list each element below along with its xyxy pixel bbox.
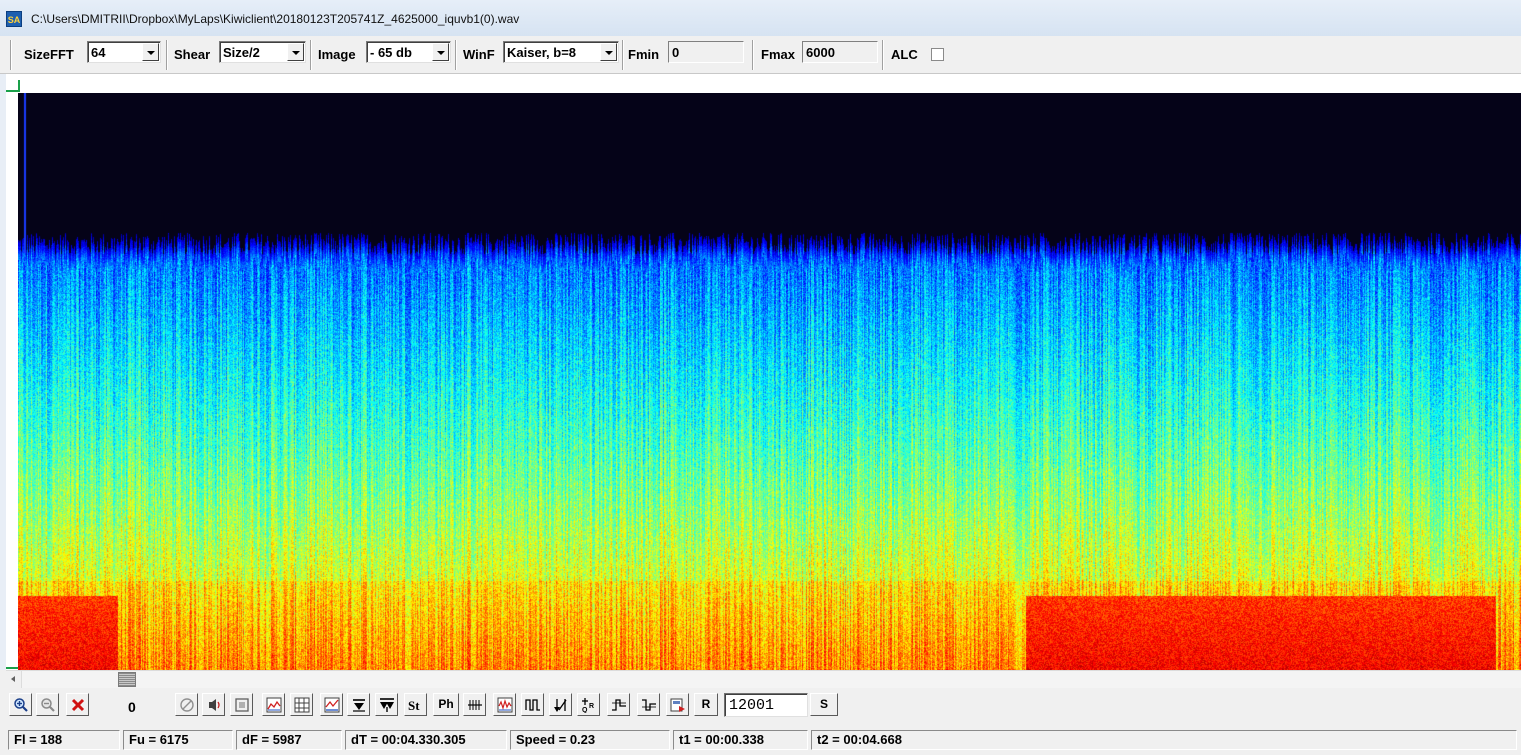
arrow-down-button[interactable]	[347, 693, 370, 716]
window-title: C:\Users\DMITRII\Dropbox\MyLaps\Kiwiclie…	[31, 12, 520, 26]
sound-button[interactable]	[202, 693, 225, 716]
fmax-label: Fmax	[761, 47, 795, 62]
top-cursor-marker[interactable]	[6, 90, 20, 92]
step2-button[interactable]	[637, 693, 660, 716]
chart-icon	[324, 697, 340, 713]
qr-button[interactable]: QR	[577, 693, 600, 716]
fmin-label: Fmin	[628, 47, 660, 62]
pulse-button[interactable]	[521, 693, 544, 716]
spectrum-button[interactable]	[262, 693, 285, 716]
st-button[interactable]: St	[404, 693, 427, 716]
chart-button[interactable]	[320, 693, 343, 716]
sort-button[interactable]	[549, 693, 572, 716]
chevron-down-icon[interactable]	[287, 43, 304, 61]
comb-button[interactable]	[463, 693, 486, 716]
rate-value: 12001	[729, 697, 775, 714]
image-value: - 65 db	[370, 45, 412, 60]
rate-field[interactable]: 12001	[724, 693, 808, 717]
svg-text:St: St	[408, 698, 420, 713]
shear-label: Shear	[174, 47, 211, 62]
status-bar: Fl = 188 Fu = 6175 dF = 5987 dT = 00:04.…	[0, 728, 1521, 755]
waveform-button[interactable]	[493, 693, 516, 716]
status-fl: Fl = 188	[8, 730, 120, 750]
spectrogram[interactable]	[18, 93, 1521, 670]
chevron-down-icon[interactable]	[432, 43, 449, 61]
speaker-icon	[209, 699, 220, 711]
double-arrow-icon	[380, 698, 394, 712]
status-t1: t1 = 00:00.338	[673, 730, 808, 750]
stop-button[interactable]	[175, 693, 198, 716]
horizontal-scrollbar[interactable]	[6, 670, 1521, 688]
alc-checkbox[interactable]	[931, 48, 944, 61]
sizefft-select[interactable]: 64	[87, 41, 161, 63]
save-icon	[670, 698, 685, 712]
arrow-down-icon	[353, 699, 365, 712]
ph-button[interactable]: Ph	[433, 693, 459, 716]
save-button[interactable]	[666, 693, 689, 716]
s-button[interactable]: S	[810, 693, 838, 716]
sizefft-label: SizeFFT	[24, 47, 74, 62]
image-select[interactable]: - 65 db	[366, 41, 451, 63]
winf-value: Kaiser, b=8	[507, 45, 577, 60]
pulse-icon	[525, 699, 540, 711]
grid-button[interactable]	[290, 693, 313, 716]
zoom-in-button[interactable]	[9, 693, 32, 716]
status-t2: t2 = 00:04.668	[811, 730, 1517, 750]
double-arrow-button[interactable]	[375, 693, 398, 716]
reset-button[interactable]	[66, 693, 89, 716]
sizefft-value: 64	[91, 45, 106, 60]
status-dt: dT = 00:04.330.305	[345, 730, 507, 750]
qr-icon: QR	[582, 698, 594, 713]
alc-label: ALC	[891, 47, 918, 62]
shear-select[interactable]: Size/2	[219, 41, 306, 63]
toolbar-separator	[166, 40, 168, 70]
winf-select[interactable]: Kaiser, b=8	[503, 41, 619, 63]
fmax-field[interactable]: 6000	[802, 41, 878, 63]
image-label: Image	[318, 47, 356, 62]
step2-icon	[642, 699, 656, 711]
status-df: dF = 5987	[236, 730, 342, 750]
step-button[interactable]	[607, 693, 630, 716]
status-fu: Fu = 6175	[123, 730, 233, 750]
st-icon: St	[408, 698, 420, 713]
spectrum-icon	[266, 697, 282, 713]
toolbar-separator	[622, 40, 624, 70]
bottom-toolbar: 0 St Ph QR R 12001 S	[0, 688, 1521, 728]
r-button[interactable]: R	[694, 693, 718, 716]
left-rail	[0, 74, 6, 670]
chevron-down-icon[interactable]	[600, 43, 617, 61]
sort-icon	[554, 699, 567, 712]
svg-text:R: R	[589, 703, 594, 710]
top-toolbar: SizeFFT 64 Shear Size/2 Image - 65 db Wi…	[0, 36, 1521, 74]
svg-text:Q: Q	[582, 707, 588, 713]
toolbar-separator	[752, 40, 754, 70]
toolbar-separator	[455, 40, 457, 70]
chevron-down-icon[interactable]	[142, 43, 159, 61]
stop-icon	[180, 698, 194, 712]
square-icon	[235, 698, 249, 712]
fmax-value: 6000	[806, 45, 835, 60]
zoom-out-button[interactable]	[36, 693, 59, 716]
shear-value: Size/2	[223, 45, 260, 60]
winf-label: WinF	[463, 47, 495, 62]
close-x-icon	[71, 698, 85, 712]
step-icon	[612, 699, 626, 711]
zoom-out-icon	[41, 698, 55, 712]
toolbar-separator	[10, 40, 12, 70]
fmin-field[interactable]: 0	[668, 41, 744, 63]
app-icon: SA	[6, 11, 22, 27]
status-speed: Speed = 0.23	[510, 730, 670, 750]
grid-icon	[294, 697, 310, 713]
title-bar: SA C:\Users\DMITRII\Dropbox\MyLaps\Kiwic…	[0, 0, 1521, 36]
sample-counter: 0	[128, 699, 136, 715]
scroll-thumb[interactable]	[118, 672, 136, 687]
fmin-value: 0	[672, 45, 680, 60]
zoom-in-icon	[14, 698, 28, 712]
waveform-icon	[497, 697, 513, 713]
toolbar-separator	[310, 40, 312, 70]
scroll-left-arrow[interactable]	[6, 671, 22, 688]
comb-icon	[468, 700, 482, 710]
toolbar-separator	[882, 40, 884, 70]
frame-button[interactable]	[230, 693, 253, 716]
